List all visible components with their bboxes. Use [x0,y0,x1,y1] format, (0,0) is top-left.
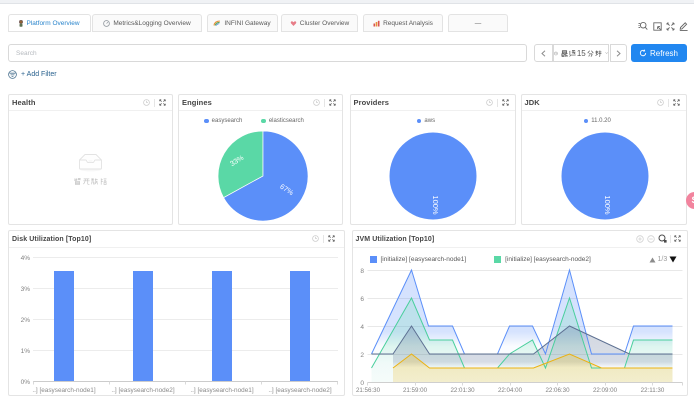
svg-text:0%: 0% [21,379,31,386]
svg-text:..] [easysearch-node1]: ..] [easysearch-node1] [190,387,253,394]
svg-text:22:01:30: 22:01:30 [450,387,475,394]
svg-text:100%: 100% [431,195,440,215]
svg-text:..] [easysearch-node2]: ..] [easysearch-node2] [111,387,174,394]
svg-text:21:56:30: 21:56:30 [355,387,380,394]
svg-text:22:11:30: 22:11:30 [640,387,664,394]
svg-text:6: 6 [360,296,364,303]
svg-text:4: 4 [360,324,364,331]
svg-text:0: 0 [360,380,364,387]
svg-text:..] [easysearch-node2]: ..] [easysearch-node2] [268,387,331,394]
svg-text:2%: 2% [21,317,31,324]
svg-text:2: 2 [360,352,364,359]
svg-text:8: 8 [360,268,364,275]
svg-text:..] [easysearch-node1]: ..] [easysearch-node1] [32,387,95,394]
svg-text:22:09:00: 22:09:00 [592,387,617,394]
svg-text:3%: 3% [21,286,31,293]
svg-text:1%: 1% [21,348,31,355]
svg-text:100%: 100% [603,195,612,215]
svg-text:4%: 4% [21,255,31,262]
svg-text:22:06:30: 22:06:30 [545,387,570,394]
svg-text:22:04:00: 22:04:00 [497,387,522,394]
svg-text:21:59:00: 21:59:00 [402,387,427,394]
